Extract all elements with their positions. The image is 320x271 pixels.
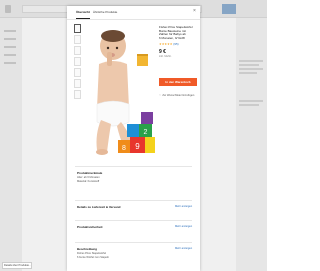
divider (75, 242, 192, 243)
section-text: Alter: ab 6 Monaten (77, 176, 100, 179)
wishlist-label: Zur Wunschliste hinzufügen (162, 94, 195, 97)
thumbnail[interactable] (74, 79, 81, 88)
section-title-safety[interactable]: Produktsicherheit (77, 225, 103, 229)
section-text: 6 bunte Würfel zum Stapeln (77, 256, 110, 259)
thumbnail[interactable] (74, 46, 81, 55)
show-more-link[interactable]: Mehr anzeigen (175, 225, 192, 228)
product-info: Fisher-Price Stapelwürfel Bunte Baustein… (159, 25, 199, 59)
product-quickview-modal: Übersicht Ähnliche Produkte × 2 9 8 Fish… (67, 6, 200, 271)
tab-overview[interactable]: Übersicht (76, 10, 90, 14)
add-to-wishlist-link[interactable]: ♡Zur Wunschliste hinzufügen (159, 94, 194, 97)
bottom-toast[interactable]: Details über Produkte… (2, 262, 32, 269)
thumbnail[interactable] (74, 90, 81, 99)
section-title-description: Beschreibung (77, 247, 98, 251)
divider (75, 166, 192, 167)
active-tab-indicator (76, 18, 90, 19)
product-image[interactable]: 2 9 8 (85, 24, 155, 164)
product-title-line[interactable]: 6 Monaten, GYH28 (159, 36, 199, 41)
section-text: Material: Kunststoff (77, 180, 100, 183)
svg-text:9: 9 (135, 142, 140, 151)
thumbnail[interactable] (74, 68, 81, 77)
divider (75, 200, 192, 201)
show-more-link[interactable]: Mehr anzeigen (175, 205, 192, 208)
section-title-features: Produktmerkmale (77, 171, 103, 175)
divider (75, 220, 192, 221)
rating[interactable]: ★★★★★ (95) (159, 42, 199, 46)
section-text: Fisher-Price Stapelwürfel (77, 252, 106, 255)
tab-similar-products[interactable]: Ähnliche Produkte (93, 10, 117, 14)
modal-tabs: Übersicht Ähnliche Produkte × (67, 6, 200, 20)
rating-stars-icon: ★★★★★ (159, 42, 173, 47)
section-title-shipping[interactable]: Details zu Lieferzeit & Versand (77, 205, 121, 209)
rating-count[interactable]: (95) (173, 42, 178, 46)
close-icon[interactable]: × (193, 9, 196, 14)
svg-text:8: 8 (122, 145, 126, 152)
price-note: inkl. MwSt. (159, 55, 172, 59)
add-to-cart-button[interactable]: In den Warenkorb (159, 78, 197, 86)
baby-with-stacking-cups-image: 2 9 8 (96, 30, 155, 155)
thumbnail[interactable] (74, 24, 81, 33)
heart-icon: ♡ (159, 94, 162, 97)
thumbnail[interactable] (74, 35, 81, 44)
svg-text:2: 2 (144, 129, 148, 136)
show-more-link[interactable]: Mehr anzeigen (175, 247, 192, 250)
thumbnail[interactable] (74, 57, 81, 66)
